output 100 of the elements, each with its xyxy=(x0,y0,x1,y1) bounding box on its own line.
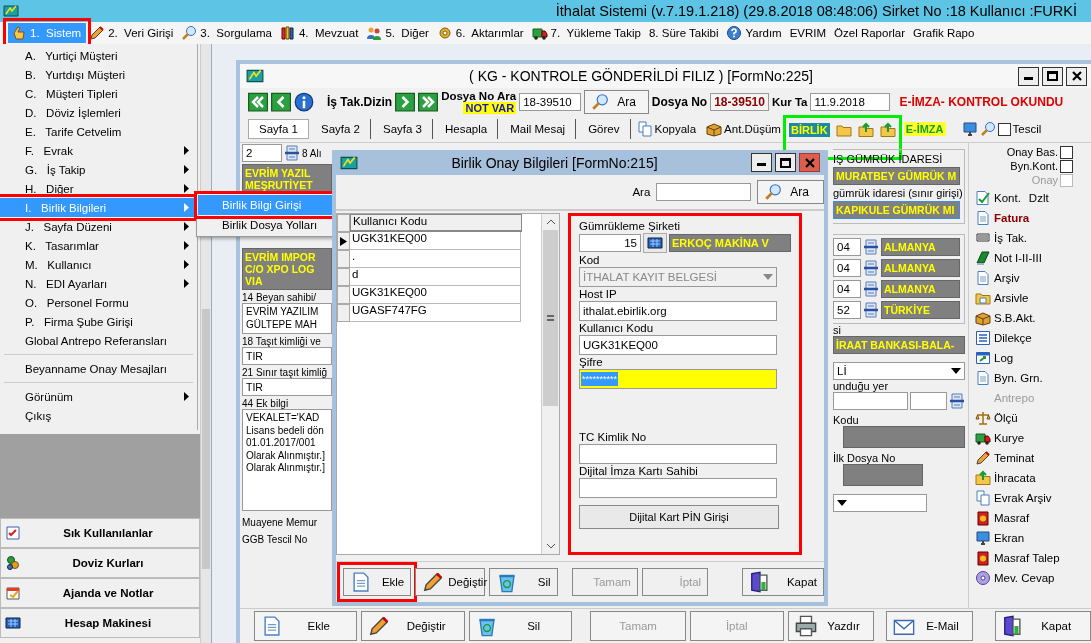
tool-button[interactable]: Masraf xyxy=(975,508,1030,527)
input-field[interactable] xyxy=(833,392,909,410)
table-cell[interactable]: . xyxy=(350,250,521,268)
tab[interactable]: Hesapla xyxy=(435,119,499,139)
pin-button[interactable]: Dijital Kart PİN Girişi xyxy=(579,505,779,529)
menu-item[interactable]: F. Evrak xyxy=(0,141,197,160)
menu-item[interactable]: K. Tasarımlar xyxy=(0,236,197,255)
spin-button-icon[interactable] xyxy=(949,393,965,409)
action-button[interactable]: Kapat xyxy=(995,611,1091,641)
tool-button[interactable]: Ölçü xyxy=(975,408,1018,427)
tool-button[interactable]: Teminat xyxy=(975,448,1035,467)
tool-button[interactable]: Byn. Grn. xyxy=(975,368,1043,387)
nav-button[interactable]: Ajanda ve Notlar xyxy=(0,578,200,608)
tool-button[interactable]: Arşiv xyxy=(975,268,1020,287)
double-arrow-icon[interactable] xyxy=(248,92,268,112)
checkbox[interactable] xyxy=(997,122,1011,136)
menu-item[interactable]: Beyanname Onay Mesajları xyxy=(0,359,197,378)
menu-item[interactable]: 6. Aktarımlar xyxy=(433,23,529,43)
input-field[interactable] xyxy=(579,478,777,498)
action-button[interactable]: Değiştir xyxy=(415,568,486,596)
menu-item[interactable]: J. Sayfa Düzeni xyxy=(0,217,197,236)
minimize-button[interactable] xyxy=(751,153,772,172)
tool-button[interactable]: Dilekçe xyxy=(975,328,1032,347)
tab[interactable]: Sayfa 1 xyxy=(248,119,309,139)
column-header[interactable]: Kullanıcı Kodu xyxy=(350,214,522,232)
spin-button-icon[interactable] xyxy=(863,302,879,318)
number-field[interactable]: 15 xyxy=(579,234,641,252)
action-button[interactable]: Sil xyxy=(489,568,558,596)
input-field[interactable]: TIR xyxy=(242,347,332,365)
checkbox[interactable] xyxy=(1060,159,1073,173)
code-field[interactable]: 04 xyxy=(833,259,861,277)
menu-item[interactable]: O. Personel Formu xyxy=(0,293,197,312)
menu-item[interactable]: 8. Süre Takibi xyxy=(645,23,724,43)
tab[interactable]: Görev xyxy=(578,119,631,139)
tool-button[interactable]: Kurye xyxy=(975,428,1025,447)
action-button[interactable]: Kapat xyxy=(742,568,824,596)
input-field[interactable]: TIR xyxy=(242,378,332,396)
maximize-button[interactable] xyxy=(1042,66,1063,86)
tool-button[interactable]: Ekran xyxy=(975,528,1025,547)
minimize-button[interactable] xyxy=(1018,66,1039,86)
menu-item[interactable]: E. Tarife Cetvelim xyxy=(0,122,197,141)
action-button[interactable]: Değiştir xyxy=(361,611,465,641)
input-field[interactable]: ithalat.ebirlik.org xyxy=(579,301,777,321)
tool-button[interactable]: Arsivle xyxy=(975,288,1029,307)
menu-item[interactable]: M. Kullanıcı xyxy=(0,255,197,274)
tool-button[interactable]: Log xyxy=(975,348,1014,367)
menu-item[interactable]: Çıkış xyxy=(0,406,197,425)
menu-item[interactable]: Global Antrepo Referansları xyxy=(0,331,197,350)
tool-button[interactable]: S.B.Akt. xyxy=(975,308,1036,327)
code-field[interactable]: 04 xyxy=(833,280,861,298)
menu-item[interactable]: N. EDI Ayarları xyxy=(0,274,197,293)
maximize-button[interactable] xyxy=(775,153,796,172)
number-field[interactable]: 2 xyxy=(242,144,282,162)
menu-item[interactable]: D. Döviz İşlemleri xyxy=(0,103,197,122)
birlik-button[interactable]: BİRLİK xyxy=(788,122,830,137)
menu-item[interactable]: Özel Raporlar xyxy=(831,23,911,43)
code-field[interactable]: 52 xyxy=(833,301,861,319)
input-field[interactable] xyxy=(579,444,777,464)
menu-item[interactable]: B. Yurtdışı Müşteri xyxy=(0,65,197,84)
menu-item[interactable]: 2. Veri Girişi xyxy=(86,23,179,43)
tab[interactable]: Sayfa 3 xyxy=(373,119,433,139)
dropdown[interactable] xyxy=(833,494,927,512)
menu-item[interactable]: 3. Sorgulama xyxy=(178,23,277,43)
dropdown[interactable]: Lİ xyxy=(833,362,965,380)
nav-button[interactable]: Hesap Makinesi xyxy=(0,608,200,638)
menu-item[interactable]: EVRIM xyxy=(786,23,832,43)
scroll-up-icon[interactable] xyxy=(545,219,556,225)
menu-item[interactable]: P. Firma Şube Girişi xyxy=(0,312,197,331)
tool-button[interactable]: Kont. xyxy=(975,188,1021,207)
nav-button[interactable]: Doviz Kurları xyxy=(0,548,200,578)
search-button[interactable]: Ara xyxy=(757,180,824,204)
folder-arrow-icon[interactable] xyxy=(879,121,896,138)
close-button[interactable] xyxy=(1066,66,1087,86)
tab[interactable]: Mail Mesaj xyxy=(500,119,577,139)
table-cell[interactable]: d xyxy=(350,268,521,286)
text-area[interactable]: EVRİM YAZILIM GÜLTEPE MAH xyxy=(242,303,332,334)
tool-button[interactable]: İhracata xyxy=(975,468,1036,487)
lookup-button[interactable] xyxy=(643,233,667,253)
menu-item[interactable]: G. İş Takip xyxy=(0,160,197,179)
action-button[interactable]: Yazdır xyxy=(787,611,874,641)
folder-arrow-icon[interactable] xyxy=(857,121,874,138)
search-icon[interactable] xyxy=(979,121,996,137)
tool-button[interactable]: Mev. Cevap xyxy=(975,568,1055,587)
action-button[interactable]: E-Mail xyxy=(885,611,974,641)
row-indicator[interactable] xyxy=(337,232,350,250)
menu-item[interactable]: Yardım xyxy=(723,23,787,43)
code-field[interactable]: 04 xyxy=(833,238,861,256)
menu-item[interactable]: Görünüm xyxy=(0,387,197,406)
input-field[interactable]: UGK31KEQ00 xyxy=(579,335,777,355)
spin-button-icon[interactable] xyxy=(863,239,879,255)
monitor-icon[interactable] xyxy=(961,121,978,137)
input-field[interactable] xyxy=(910,392,947,410)
info-icon[interactable] xyxy=(294,92,314,112)
table-cell[interactable]: UGK31KEQ00 xyxy=(350,232,521,250)
menu-item[interactable]: 7. Yükleme Takip xyxy=(528,23,646,43)
tool-button[interactable]: Fatura xyxy=(975,208,1030,227)
action-button[interactable]: Sil xyxy=(468,611,573,641)
tool-button[interactable]: Evrak Arşiv xyxy=(975,488,1052,507)
tool-button[interactable]: Masraf Talep xyxy=(975,548,1060,567)
copy-button[interactable]: Kopyala xyxy=(632,121,701,137)
